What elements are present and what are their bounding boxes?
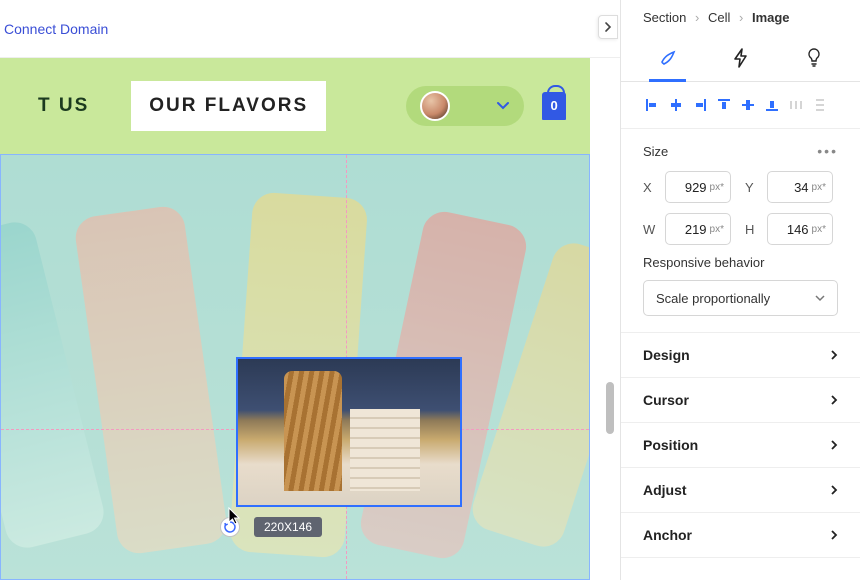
- selected-image[interactable]: [236, 357, 462, 507]
- accordion-position[interactable]: Position: [621, 423, 860, 468]
- w-label: W: [643, 222, 657, 237]
- login-dropdown[interactable]: [406, 86, 524, 126]
- accordion-adjust[interactable]: Adjust: [621, 468, 860, 513]
- w-input[interactable]: 219px*: [665, 213, 731, 245]
- avatar: [420, 91, 450, 121]
- editor-canvas[interactable]: T US OUR FLAVORS 0: [0, 58, 620, 580]
- crumb-cell[interactable]: Cell: [708, 10, 730, 25]
- canvas-scrollbar[interactable]: [606, 382, 614, 434]
- align-bottom-button[interactable]: [763, 96, 781, 114]
- image-content: [238, 359, 460, 505]
- size-section: Size ••• X 929px* Y 34px* W 219px* H 146…: [621, 129, 860, 333]
- size-tooltip: 220X146: [254, 517, 322, 537]
- cursor-icon: [228, 507, 242, 525]
- accordion-cursor[interactable]: Cursor: [621, 378, 860, 423]
- shopping-bag[interactable]: 0: [542, 92, 566, 120]
- inspector-panel: Section › Cell › Image Size ••• X: [620, 0, 860, 580]
- nav-about-us[interactable]: T US: [20, 81, 107, 131]
- responsive-select[interactable]: Scale proportionally: [643, 280, 838, 316]
- y-input[interactable]: 34px*: [767, 171, 833, 203]
- align-left-button[interactable]: [643, 96, 661, 114]
- section-selection[interactable]: 220X146: [0, 154, 590, 580]
- size-heading: Size: [643, 144, 668, 159]
- align-center-v-button[interactable]: [739, 96, 757, 114]
- chevron-down-icon: [496, 101, 510, 111]
- bag-count: 0: [542, 98, 566, 113]
- h-input[interactable]: 146px*: [767, 213, 833, 245]
- y-label: Y: [745, 180, 759, 195]
- inspector-mode-tabs: [621, 35, 860, 82]
- tab-interactions[interactable]: [704, 35, 777, 81]
- distribute-h-button[interactable]: [787, 96, 805, 114]
- tab-design[interactable]: [631, 35, 704, 81]
- align-center-h-button[interactable]: [667, 96, 685, 114]
- crumb-section[interactable]: Section: [643, 10, 686, 25]
- chevron-down-icon: [815, 294, 825, 302]
- top-bar: Connect Domain: [0, 0, 620, 58]
- nav-our-flavors[interactable]: OUR FLAVORS: [131, 81, 326, 131]
- accordion-design[interactable]: Design: [621, 333, 860, 378]
- align-top-button[interactable]: [715, 96, 733, 114]
- site-header: T US OUR FLAVORS 0: [0, 58, 590, 154]
- crumb-image[interactable]: Image: [752, 10, 790, 25]
- tab-tips[interactable]: [777, 35, 850, 81]
- accordion-anchor[interactable]: Anchor: [621, 513, 860, 558]
- connect-domain-link[interactable]: Connect Domain: [4, 21, 108, 37]
- distribute-v-button[interactable]: [811, 96, 829, 114]
- x-input[interactable]: 929px*: [665, 171, 731, 203]
- size-more-button[interactable]: •••: [817, 143, 838, 159]
- align-right-button[interactable]: [691, 96, 709, 114]
- alignment-toolbar: [621, 82, 860, 129]
- breadcrumb: Section › Cell › Image: [621, 0, 860, 33]
- x-label: X: [643, 180, 657, 195]
- panel-collapse-button[interactable]: [598, 15, 618, 39]
- responsive-label: Responsive behavior: [643, 255, 838, 270]
- h-label: H: [745, 222, 759, 237]
